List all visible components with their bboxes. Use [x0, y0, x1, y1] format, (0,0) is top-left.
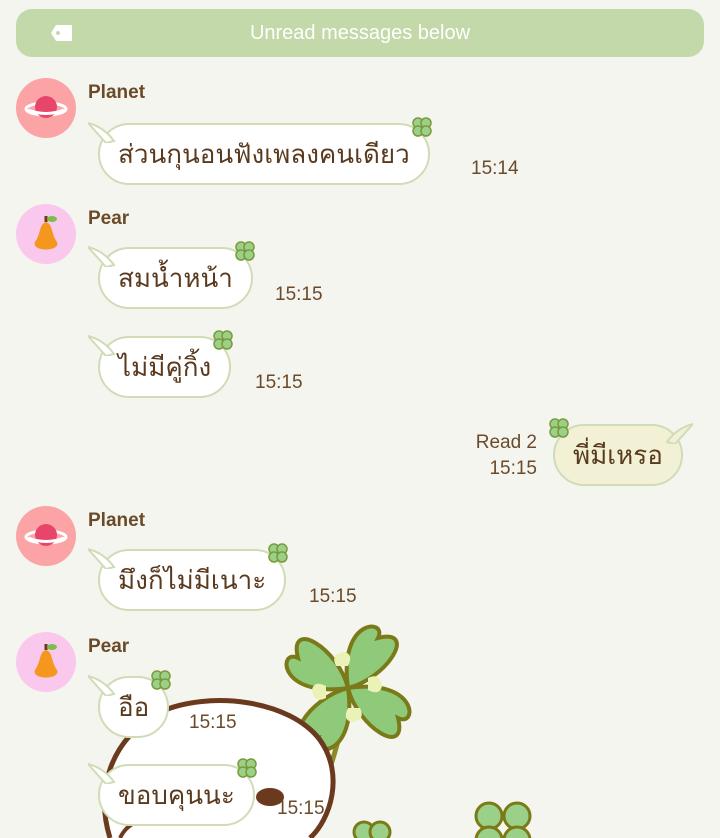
- message-time: 15:14: [471, 158, 519, 179]
- message-bubble[interactable]: ไม่มีคู่กิ้ง: [88, 330, 233, 398]
- bubble-tail: [88, 245, 116, 267]
- message-bubble[interactable]: มึงก็ไม่มีเนาะ: [88, 543, 288, 611]
- message-row: Pear อือ 15:15: [0, 632, 720, 742]
- message-time: 15:15: [489, 458, 537, 479]
- sender-name: Pear: [88, 208, 130, 229]
- bubble-tail: [665, 422, 693, 444]
- unread-banner-label: Unread messages below: [249, 21, 471, 44]
- message-bubble[interactable]: สมน้ำหน้า: [88, 241, 255, 309]
- unread-banner[interactable]: Unread messages below: [16, 9, 704, 57]
- message-text: อือ: [118, 692, 150, 723]
- message-row: Planet ส่วนกุนอนฟังเพลงคนเดียว 15:14: [0, 78, 720, 188]
- clover-icon: [268, 543, 288, 563]
- message-text: ส่วนกุนอนฟังเพลงคนเดียว: [118, 139, 410, 170]
- message-time: 15:15: [275, 284, 323, 305]
- message-text: ไม่มีคู่กิ้ง: [118, 352, 212, 383]
- bubble-tail: [88, 674, 116, 696]
- message-bubble[interactable]: ขอบคุนนะ: [88, 758, 257, 826]
- pear-icon: [34, 216, 58, 250]
- message-text: สมน้ำหน้า: [118, 263, 233, 294]
- message-row: ขอบคุนนะ 15:15: [0, 758, 720, 838]
- message-bubble[interactable]: ส่วนกุนอนฟังเพลงคนเดียว: [88, 117, 432, 185]
- message-time: 15:15: [309, 586, 357, 607]
- clover-icon: [213, 330, 233, 350]
- clover-icon: [549, 418, 569, 438]
- message-text: ขอบคุนนะ: [118, 780, 235, 811]
- message-time: 15:15: [255, 372, 303, 393]
- avatar[interactable]: [16, 204, 76, 264]
- message-time: 15:15: [189, 712, 237, 733]
- avatar[interactable]: [16, 78, 76, 138]
- bubble-tail: [88, 762, 116, 784]
- message-bubble[interactable]: อือ: [88, 670, 171, 738]
- tag-icon: [51, 25, 72, 41]
- clover-icon: [411, 117, 432, 137]
- avatar[interactable]: [16, 506, 76, 566]
- pear-icon: [34, 644, 58, 678]
- sender-name: Planet: [88, 82, 146, 103]
- bubble-tail: [88, 121, 116, 143]
- planet-icon: [24, 96, 68, 118]
- sender-name: Planet: [88, 510, 146, 531]
- message-row: Pear สมน้ำหน้า 15:15: [0, 204, 720, 314]
- planet-icon: [24, 524, 68, 546]
- message-row: Read 2 15:15 พี่มีเหรอ: [0, 418, 720, 494]
- bubble-tail: [88, 334, 116, 356]
- message-time: 15:15: [277, 798, 325, 819]
- clover-icon: [235, 241, 255, 261]
- read-receipt: Read 2: [475, 432, 537, 453]
- message-text: พี่มีเหรอ: [573, 440, 663, 471]
- avatar[interactable]: [16, 632, 76, 692]
- message-text: มึงก็ไม่มีเนาะ: [118, 565, 267, 596]
- clover-icon: [237, 758, 257, 778]
- message-row: Planet มึงก็ไม่มีเนาะ 15:15: [0, 506, 720, 616]
- bubble-tail: [88, 547, 116, 569]
- own-message-bubble[interactable]: พี่มีเหรอ: [549, 418, 693, 486]
- sender-name: Pear: [88, 636, 130, 657]
- message-row: ไม่มีคู่กิ้ง 15:15: [0, 330, 720, 404]
- clover-icon: [151, 670, 171, 690]
